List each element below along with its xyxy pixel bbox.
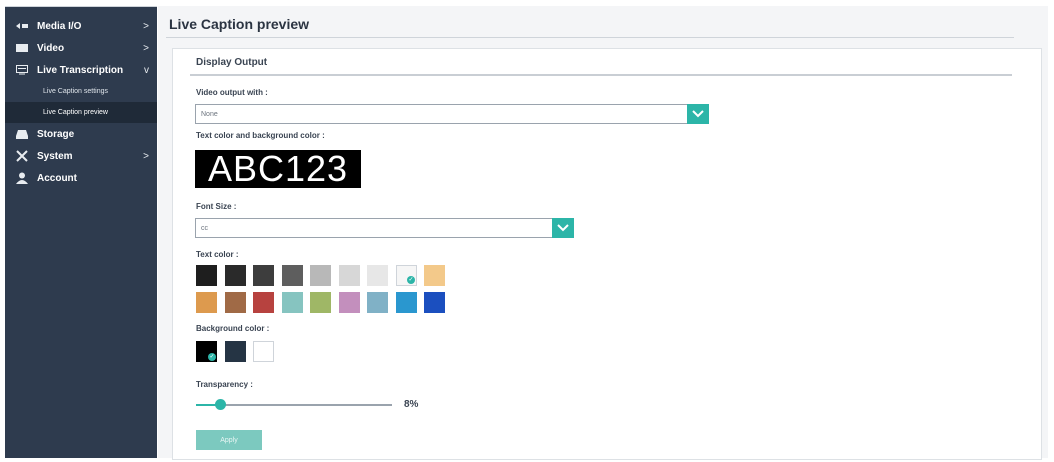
color-swatch[interactable]: [339, 292, 360, 313]
apply-button[interactable]: Apply: [196, 430, 262, 450]
sidebar-item-media-io[interactable]: Media I/O >: [5, 15, 157, 37]
transparency-label: Transparency :: [196, 380, 253, 389]
video-icon: [15, 42, 29, 54]
sidebar-item-label: Live Transcription: [37, 64, 124, 76]
system-icon: [15, 150, 29, 162]
chevron-down-icon[interactable]: [687, 104, 709, 124]
app-window: Media I/O > Video > Live Transcription v…: [0, 0, 1054, 462]
color-swatch[interactable]: [310, 292, 331, 313]
sidebar-item-label: System: [37, 150, 73, 162]
sidebar: Media I/O > Video > Live Transcription v…: [5, 6, 157, 458]
font-size-value: cc: [201, 224, 208, 232]
sidebar-subitem-live-caption-preview[interactable]: Live Caption preview: [5, 102, 157, 123]
section-divider: [190, 74, 1012, 76]
storage-icon: [15, 128, 29, 140]
color-swatch[interactable]: [196, 292, 217, 313]
video-output-select[interactable]: None: [195, 104, 709, 124]
color-swatch[interactable]: ✓: [396, 265, 417, 286]
sidebar-item-system[interactable]: System >: [5, 145, 157, 167]
transcription-icon: [15, 64, 29, 76]
color-swatch[interactable]: [424, 292, 445, 313]
chevron-right-icon: >: [143, 42, 149, 54]
color-swatch[interactable]: [367, 292, 388, 313]
color-swatch[interactable]: [253, 292, 274, 313]
sidebar-item-storage[interactable]: Storage: [5, 123, 157, 145]
section-title: Display Output: [196, 57, 268, 68]
color-swatch[interactable]: [367, 265, 388, 286]
page-header: Live Caption preview: [166, 14, 1014, 38]
sidebar-item-video[interactable]: Video >: [5, 37, 157, 59]
sidebar-item-label: Storage: [37, 128, 75, 140]
account-icon: [15, 172, 29, 184]
chevron-right-icon: >: [143, 150, 149, 162]
sidebar-item-live-transcription[interactable]: Live Transcription v: [5, 59, 157, 81]
video-output-label: Video output with :: [196, 88, 268, 97]
color-swatch[interactable]: [196, 265, 217, 286]
transparency-value: 8%: [404, 399, 419, 410]
font-size-select[interactable]: cc: [195, 218, 574, 238]
text-bg-color-label: Text color and background color :: [196, 131, 325, 140]
color-swatch[interactable]: [310, 265, 331, 286]
sidebar-item-account[interactable]: Account: [5, 167, 157, 189]
media-io-icon: [15, 20, 29, 32]
check-icon: ✓: [407, 276, 415, 284]
background-color-label: Background color :: [196, 324, 270, 333]
color-swatch[interactable]: [282, 265, 303, 286]
chevron-right-icon: >: [143, 20, 149, 32]
transparency-slider-thumb[interactable]: [214, 399, 226, 410]
chevron-down-icon[interactable]: [552, 218, 574, 238]
color-swatch[interactable]: [396, 292, 417, 313]
color-swatch[interactable]: [339, 265, 360, 286]
text-color-label: Text color :: [196, 250, 239, 259]
color-swatch[interactable]: [225, 265, 246, 286]
caption-preview: ABC123: [195, 148, 361, 189]
color-swatch[interactable]: [225, 341, 246, 362]
page-title: Live Caption preview: [169, 16, 310, 32]
check-icon: ✓: [208, 353, 216, 361]
sidebar-item-label: Account: [37, 172, 77, 184]
font-size-label: Font Size :: [196, 202, 237, 211]
chevron-down-icon: v: [144, 64, 149, 76]
sidebar-item-label: Media I/O: [37, 20, 82, 32]
color-swatch[interactable]: [225, 292, 246, 313]
video-output-value: None: [201, 110, 218, 118]
color-swatch[interactable]: ✓: [196, 341, 217, 362]
color-swatch[interactable]: [253, 341, 274, 362]
sidebar-item-label: Video: [37, 42, 65, 54]
color-swatch[interactable]: [282, 292, 303, 313]
color-swatch[interactable]: [253, 265, 274, 286]
sidebar-subitem-live-caption-settings[interactable]: Live Caption settings: [5, 81, 157, 102]
color-swatch[interactable]: [424, 265, 445, 286]
